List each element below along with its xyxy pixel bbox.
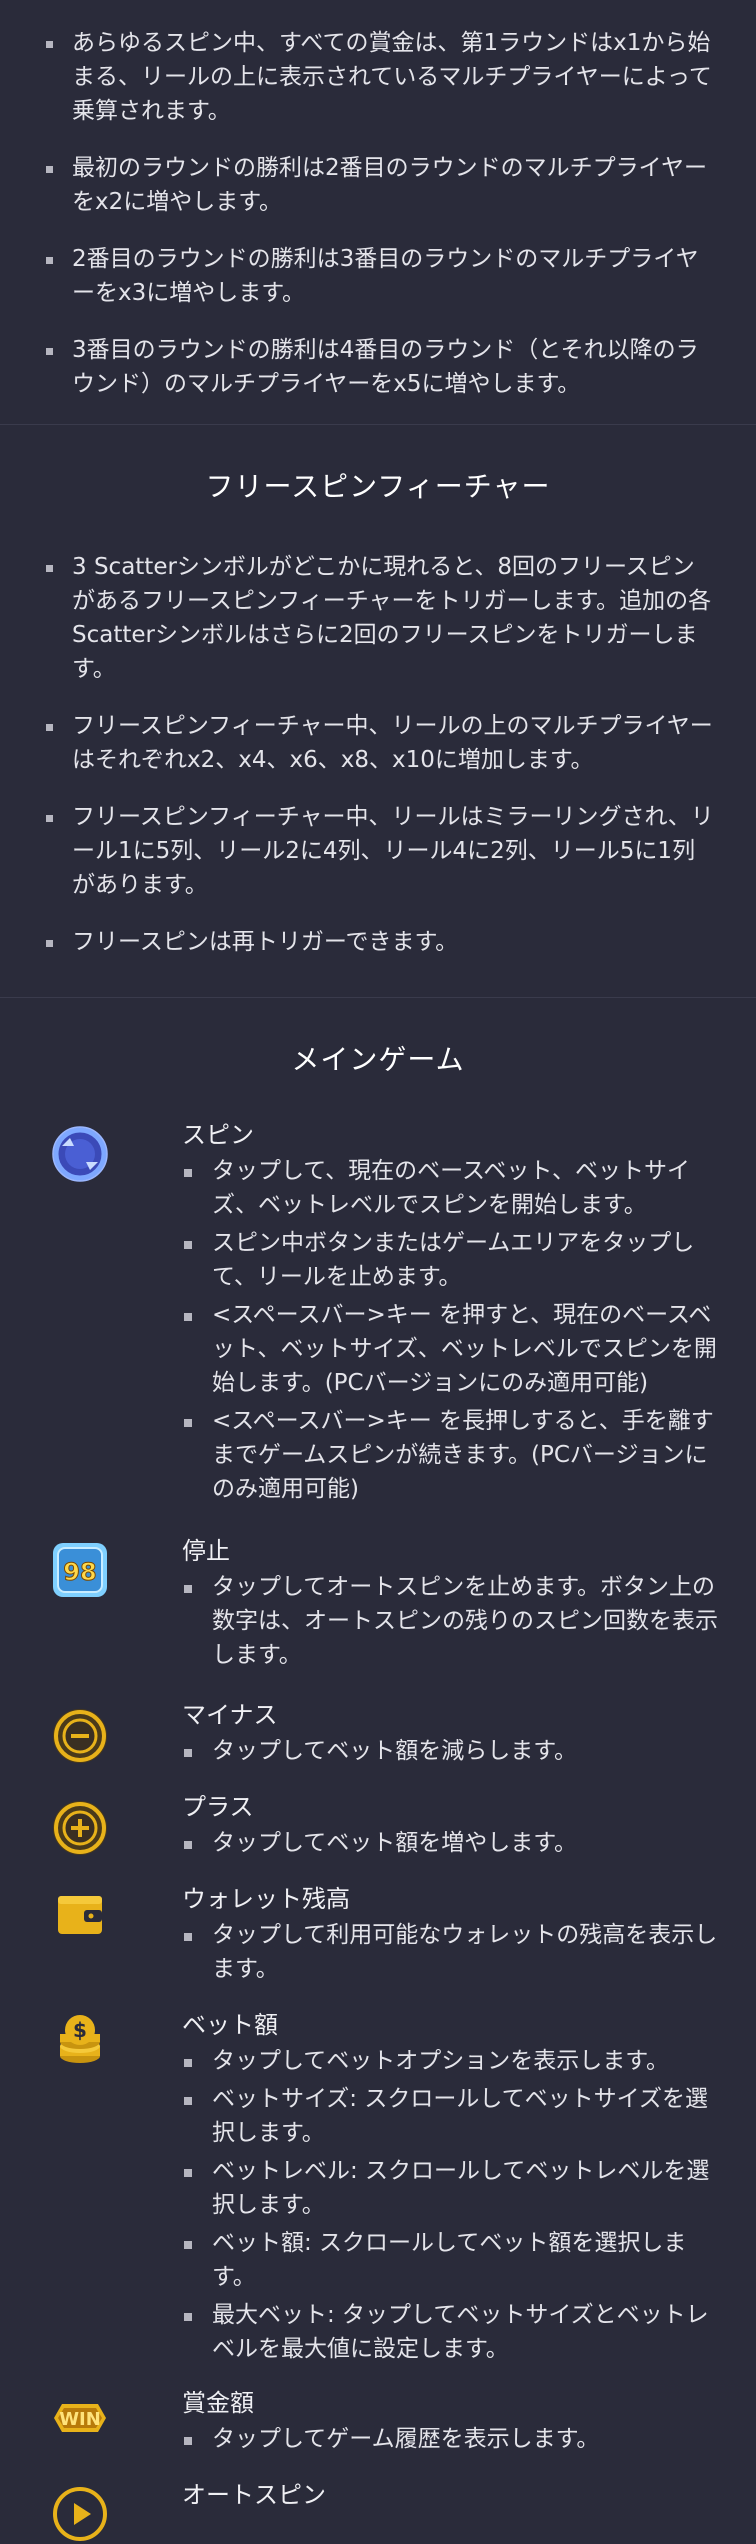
list-item: フリースピンフィーチャー中、リールの上のマルチプライヤーはそれぞれx2、x4、x… bbox=[46, 709, 716, 777]
list-item: タップして、現在のベースベット、ベットサイズ、ベットレベルでスピンを開始します。 bbox=[182, 1154, 718, 1222]
coins-icon: $ bbox=[50, 2012, 110, 2072]
list-item: フリースピンフィーチャー中、リールはミラーリングされ、リール1に5列、リール2に… bbox=[46, 800, 716, 902]
item-title: ベット額 bbox=[182, 2011, 278, 2039]
minus-icon bbox=[50, 1706, 110, 1766]
wallet-icon bbox=[50, 1884, 110, 1944]
win-icon: WIN bbox=[50, 2388, 110, 2448]
list-item: フリースピンは再トリガーできます。 bbox=[46, 925, 716, 959]
list-item: <スペースバー>キー を押すと、現在のベースベット、ベットサイズ、ベットレベルで… bbox=[182, 1298, 718, 1400]
list-item: あらゆるスピン中、すべての賞金は、第1ラウンドはx1から始まる、リールの上に表示… bbox=[46, 26, 716, 128]
item-title: スピン bbox=[182, 1121, 254, 1149]
stop-autospin-icon: 98 bbox=[50, 1540, 110, 1600]
free-spins-section: フリースピンフィーチャー 3 Scatterシンボルがどこかに現れると、8回のフ… bbox=[0, 425, 756, 997]
list-item: タップして利用可能なウォレットの残高を表示します。 bbox=[182, 1918, 718, 1986]
multiplier-rules-list: あらゆるスピン中、すべての賞金は、第1ラウンドはx1から始まる、リールの上に表示… bbox=[46, 26, 716, 401]
list-item: タップしてベット額を減らします。 bbox=[182, 1734, 718, 1768]
list-item: 3番目のラウンドの勝利は4番目のラウンド（とそれ以降のラウンド）のマルチプライヤ… bbox=[46, 333, 716, 401]
item-title: 停止 bbox=[182, 1537, 230, 1565]
list-item: タップしてベット額を増やします。 bbox=[182, 1826, 718, 1860]
list-item: ベットサイズ: スクロールしてベットサイズを選択します。 bbox=[182, 2082, 718, 2150]
item-title: 賞金額 bbox=[182, 2389, 254, 2417]
list-item: <スペースバー>キー を長押しすると、手を離すまでゲームスピンが続きます。(PC… bbox=[182, 1404, 718, 1506]
list-item: スピン中ボタンまたはゲームエリアをタップして、リールを止めます。 bbox=[182, 1226, 718, 1294]
section-title: フリースピンフィーチャー bbox=[205, 470, 551, 503]
list-item: 2番目のラウンドの勝利は3番目のラウンドのマルチプライヤーをx3に増やします。 bbox=[46, 242, 716, 310]
list-item: ベットレベル: スクロールしてベットレベルを選択します。 bbox=[182, 2154, 718, 2222]
stop-count-label: 98 bbox=[63, 1558, 96, 1586]
multiplier-rules-section: あらゆるスピン中、すべての賞金は、第1ラウンドはx1から始まる、リールの上に表示… bbox=[0, 0, 756, 401]
free-spins-list: 3 Scatterシンボルがどこかに現れると、8回のフリースピンがあるフリースピ… bbox=[46, 550, 716, 959]
item-title: マイナス bbox=[182, 1701, 278, 1729]
svg-text:$: $ bbox=[73, 2018, 87, 2042]
list-item: タップしてベットオプションを表示します。 bbox=[182, 2044, 718, 2078]
list-item: 最大ベット: タップしてベットサイズとベットレベルを最大値に設定します。 bbox=[182, 2298, 718, 2366]
list-item: 3 Scatterシンボルがどこかに現れると、8回のフリースピンがあるフリースピ… bbox=[46, 550, 716, 686]
item-title: ウォレット残高 bbox=[182, 1885, 350, 1913]
list-item: タップしてゲーム履歴を表示します。 bbox=[182, 2422, 718, 2456]
autospin-play-icon bbox=[50, 2484, 110, 2544]
item-title: オートスピン bbox=[182, 2481, 326, 2509]
section-title: メインゲーム bbox=[291, 1043, 465, 1076]
win-label: WIN bbox=[59, 2409, 101, 2430]
spin-icon bbox=[50, 1124, 110, 1184]
list-item: 最初のラウンドの勝利は2番目のラウンドのマルチプライヤーをx2に増やします。 bbox=[46, 151, 716, 219]
list-item: ベット額: スクロールしてベット額を選択します。 bbox=[182, 2226, 718, 2294]
list-item: タップしてオートスピンを止めます。ボタン上の数字は、オートスピンの残りのスピン回… bbox=[182, 1570, 718, 1672]
item-title: プラス bbox=[182, 1793, 254, 1821]
main-game-section: メインゲーム スピン タップして、現在のベースベット、ベットサイズ、ベットレベル… bbox=[0, 998, 756, 2541]
plus-icon bbox=[50, 1798, 110, 1858]
